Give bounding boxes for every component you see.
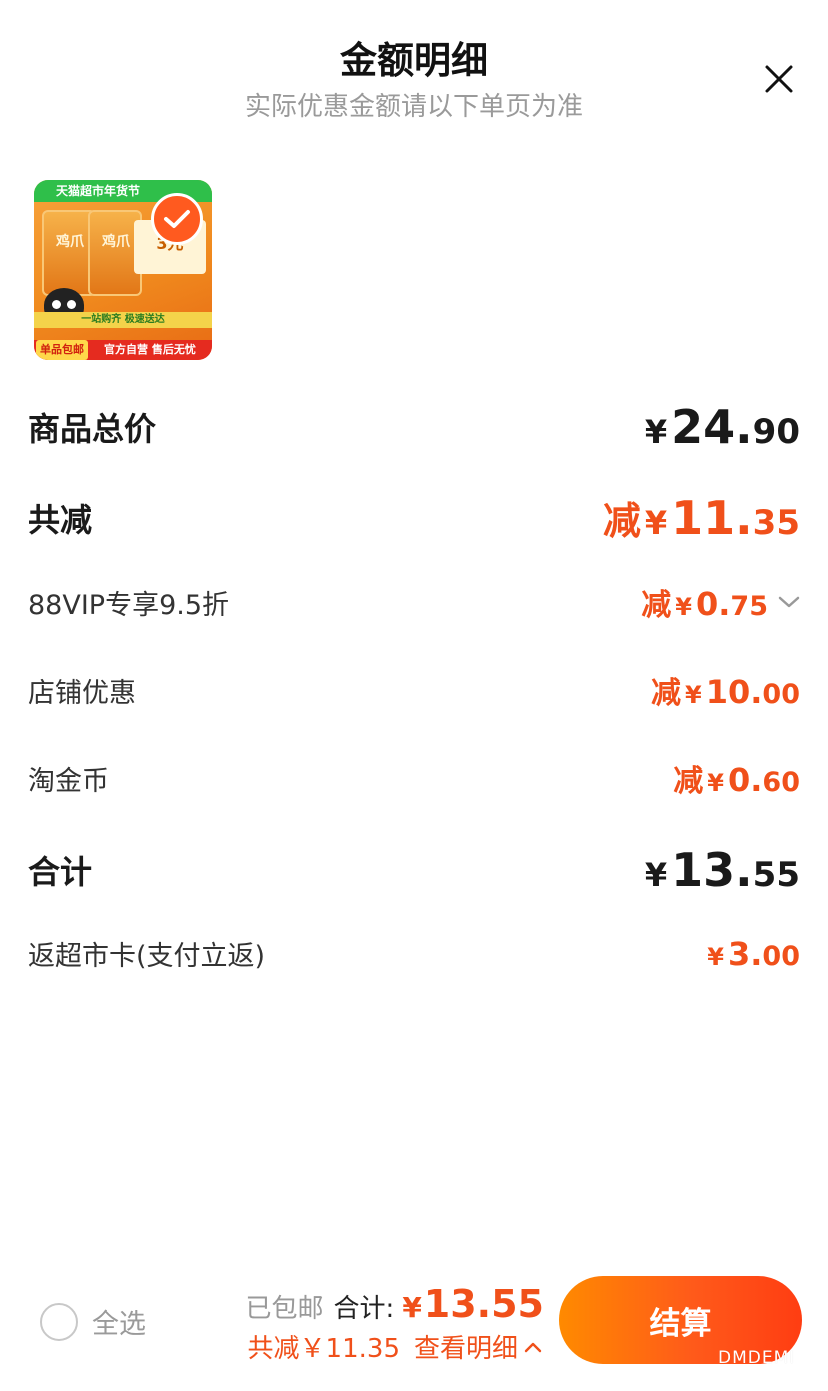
shipping-status: 已包邮 bbox=[245, 1294, 324, 1324]
chevron-up-icon bbox=[524, 1342, 542, 1352]
row-amount: 减 ¥0. 60 bbox=[673, 761, 800, 799]
row-total: 合计 ¥13. 55 bbox=[28, 843, 800, 897]
row-amount: 减 ¥10. 00 bbox=[651, 673, 800, 711]
row-vip-discount[interactable]: 88VIP专享9.5折 减 ¥0. 75 bbox=[28, 580, 800, 624]
row-store-discount: 店铺优惠 减 ¥10. 00 bbox=[28, 668, 800, 712]
view-detail-label: 查看明细 bbox=[413, 1334, 518, 1364]
row-amount: ¥3. 00 bbox=[707, 934, 800, 973]
sheet-title: 金额明细 bbox=[340, 39, 488, 82]
total-currency: ¥ bbox=[402, 1291, 422, 1324]
row-amount: 减 ¥11. 35 bbox=[602, 491, 800, 545]
row-label: 共减 bbox=[28, 500, 93, 539]
total-value: 13.55 bbox=[423, 1282, 544, 1326]
free-shipping-badge: 单品包邮 bbox=[36, 340, 88, 360]
row-label: 店铺优惠 bbox=[28, 677, 136, 709]
row-amount: ¥13. 55 bbox=[644, 843, 800, 897]
row-label: 商品总价 bbox=[28, 410, 157, 448]
watermark: DMDEMI bbox=[718, 1348, 796, 1368]
row-label: 返超市卡(支付立返) bbox=[28, 941, 266, 972]
select-all-label: 全选 bbox=[92, 1309, 146, 1340]
check-icon bbox=[164, 210, 190, 228]
sheet-subtitle: 实际优惠金额请以下单页为准 bbox=[244, 92, 583, 122]
select-all-radio[interactable] bbox=[40, 1302, 78, 1341]
row-taojinbi-discount: 淘金币 减 ¥0. 60 bbox=[28, 756, 800, 800]
product-image-slogan: 一站购齐 极速送达 bbox=[34, 312, 212, 328]
row-label: 淘金币 bbox=[28, 765, 109, 797]
row-label: 合计 bbox=[28, 853, 93, 891]
checkout-bar: 全选 已包邮 合计: ¥ 13.55 共减￥11.35 查看明细 结算 bbox=[0, 1260, 828, 1391]
product-selected-checkbox[interactable] bbox=[151, 193, 203, 245]
view-detail-link[interactable]: 共减￥11.35 查看明细 bbox=[248, 1328, 542, 1365]
amount-detail-sheet: 金额明细 实际优惠金额请以下单页为准 天猫超市年货节 鸡爪 鸡爪 3元 一站购齐… bbox=[0, 0, 828, 1391]
reduce-summary: 共减￥11.35 bbox=[247, 1334, 400, 1364]
close-icon bbox=[765, 65, 793, 93]
chevron-down-icon[interactable] bbox=[778, 595, 800, 609]
row-supermarket-card-rebate: 返超市卡(支付立返) ¥3. 00 bbox=[28, 934, 800, 973]
row-label: 88VIP专享9.5折 bbox=[28, 589, 230, 621]
select-all-toggle[interactable]: 全选 bbox=[40, 1302, 146, 1341]
row-total-discount: 共减 减 ¥11. 35 bbox=[28, 490, 800, 545]
total-label: 合计: bbox=[333, 1294, 395, 1324]
total-summary: 已包邮 合计: ¥ 13.55 bbox=[246, 1282, 544, 1326]
row-subtotal: 商品总价 ¥24. 90 bbox=[28, 400, 800, 454]
row-amount: ¥24. 90 bbox=[644, 400, 800, 454]
close-button[interactable] bbox=[756, 56, 802, 102]
row-amount: 减 ¥0. 75 bbox=[641, 580, 800, 624]
